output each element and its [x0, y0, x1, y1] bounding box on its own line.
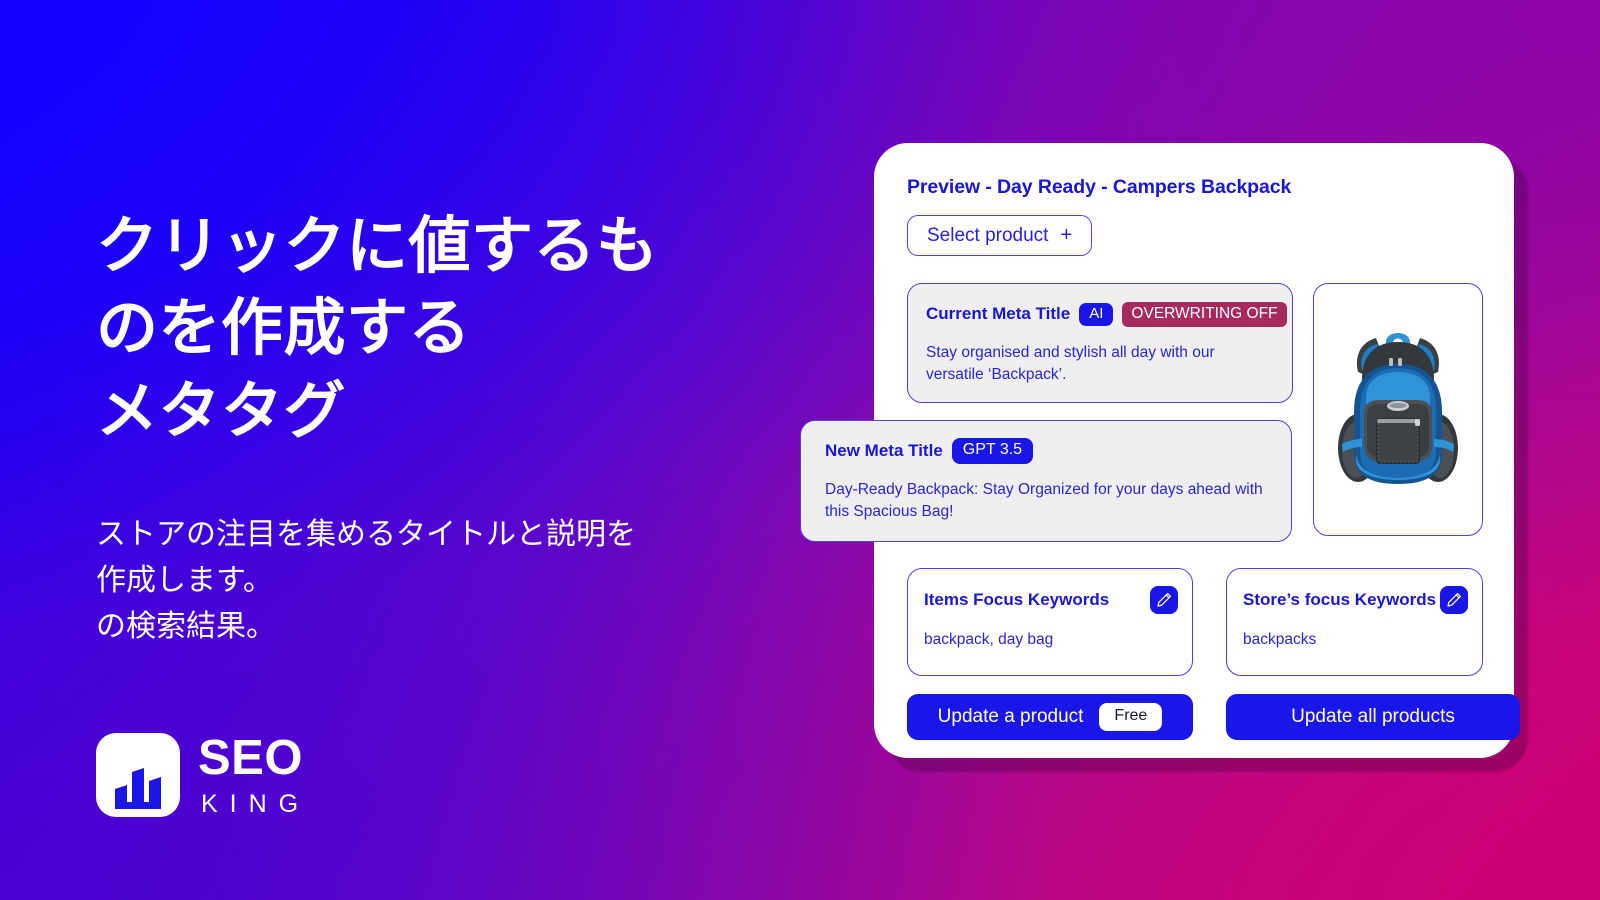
items-keywords-title: Items Focus Keywords: [924, 590, 1110, 609]
items-keywords-value: backpack, day bag: [924, 631, 1054, 648]
current-meta-header: Current Meta Title AI OVERWRITING OFF: [926, 302, 1287, 327]
update-a-product-label: Update a product: [937, 706, 1084, 727]
new-meta-title-card: New Meta Title GPT 3.5 Day-Ready Backpac…: [800, 420, 1292, 542]
logo-primary-text: SEO: [198, 730, 303, 785]
pencil-icon[interactable]: [1150, 586, 1178, 614]
current-meta-text: Stay organised and stylish all day with …: [926, 343, 1215, 383]
store-keywords-header: Store’s focus Keywords: [1243, 586, 1468, 614]
items-keywords-header: Items Focus Keywords: [924, 586, 1178, 614]
page-title: クリックに値するも のを作成する メタタグ: [96, 212, 659, 446]
new-meta-text: Day-Ready Backpack: Stay Organized for y…: [825, 480, 1263, 520]
gpt-model-badge: GPT 3.5: [951, 438, 1034, 464]
ai-badge: AI: [1079, 302, 1114, 327]
seo-king-logo: SEO KING: [96, 733, 310, 817]
select-product-button[interactable]: Select product +: [907, 215, 1093, 256]
current-meta-label: Current Meta Title: [926, 304, 1071, 324]
new-meta-header: New Meta Title GPT 3.5: [825, 438, 1273, 464]
overwriting-status-badge[interactable]: OVERWRITING OFF: [1122, 302, 1287, 327]
store-keywords-title: Store’s focus Keywords: [1243, 590, 1437, 609]
bar-chart-crown-icon: [96, 733, 180, 817]
preview-panel: Preview - Day Ready - Campers Backpack S…: [800, 143, 1520, 758]
new-meta-label: New Meta Title: [825, 440, 943, 460]
logo-wordmark: SEO KING: [198, 730, 311, 818]
update-all-products-button[interactable]: Update all products: [1226, 694, 1520, 740]
hero-subheadline: ストアの注目を集めるタイトルと説明を 作成します。 の検索結果。: [96, 518, 636, 643]
preview-panel-wrapper: Preview - Day Ready - Campers Backpack S…: [800, 143, 1528, 772]
free-badge: Free: [1099, 703, 1163, 731]
pencil-icon[interactable]: [1440, 586, 1468, 614]
items-focus-keywords-card: Items Focus Keywords backpack, day bag: [907, 568, 1193, 676]
plus-icon: +: [1060, 224, 1073, 246]
update-all-products-label: Update all products: [1291, 706, 1455, 727]
hero-section: クリックに値するも のを作成する メタタグ ストアの注目を集めるタイトルと説明を…: [96, 0, 816, 900]
store-keywords-value: backpacks: [1243, 631, 1317, 648]
select-product-label: Select product: [927, 224, 1049, 246]
update-a-product-button[interactable]: Update a product Free: [907, 694, 1193, 740]
store-focus-keywords-card: Store’s focus Keywords backpacks: [1226, 568, 1483, 676]
product-image-card[interactable]: [1313, 283, 1483, 536]
panel-title: Preview - Day Ready - Campers Backpack: [907, 176, 1292, 198]
current-meta-title-card: Current Meta Title AI OVERWRITING OFF St…: [907, 283, 1293, 403]
logo-secondary-text: KING: [201, 789, 311, 818]
backpack-illustration: [1332, 320, 1464, 500]
